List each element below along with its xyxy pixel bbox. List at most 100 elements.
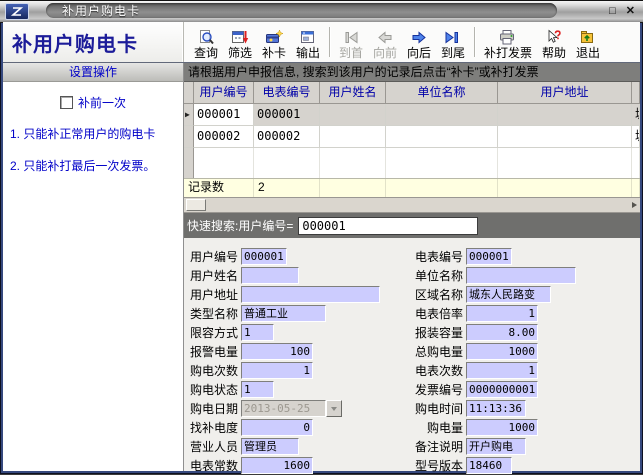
window-title: 补用户购电卡 xyxy=(46,2,140,19)
search-doc-icon xyxy=(196,28,216,46)
toolbar-button-label: 向后 xyxy=(407,46,431,60)
field-label-invoice-number: 发票编号 xyxy=(411,381,463,398)
nav-prev-icon xyxy=(375,28,395,46)
titlebar: 补用户购电卡 □ ✕ xyxy=(0,0,643,23)
app-logo-icon xyxy=(5,3,29,20)
field-purchase-energy[interactable]: 1000 xyxy=(466,419,538,436)
field-alarm-energy[interactable]: 100 xyxy=(241,343,313,360)
dropdown-button[interactable] xyxy=(326,400,342,417)
field-remark[interactable]: 开户购电 xyxy=(466,438,526,455)
toolbar-button-query[interactable]: 查询 xyxy=(189,24,223,60)
field-operator[interactable]: 管理员 xyxy=(241,438,299,455)
field-label-total-energy: 总购电量 xyxy=(411,343,463,360)
field-region-name[interactable]: 城东人民路变 xyxy=(466,286,551,303)
close-button[interactable]: ✕ xyxy=(626,0,635,22)
toolbar-button-first[interactable]: 到首 xyxy=(334,24,368,60)
page-title-panel: 补用户购电卡 xyxy=(3,22,184,62)
field-label-meter-constant: 电表常数 xyxy=(186,457,238,474)
card-star-icon xyxy=(264,28,284,46)
field-model-version[interactable]: 18460 xyxy=(466,457,512,474)
field-purchase-count[interactable]: 1 xyxy=(241,362,313,379)
quick-search-bar: 快速搜索:用户编号= xyxy=(184,213,640,238)
field-user-id[interactable]: 000001 xyxy=(241,248,287,265)
row-selected-marker: ▶ xyxy=(184,104,194,126)
toolbar-button-label: 到尾 xyxy=(441,46,465,60)
field-user-name[interactable] xyxy=(241,267,299,284)
toolbar-button-exit[interactable]: 退出 xyxy=(571,24,605,60)
cell-user-address xyxy=(498,104,632,126)
field-user-address[interactable] xyxy=(241,286,380,303)
scroll-right-arrow-icon[interactable] xyxy=(632,202,637,208)
field-capacity-mode[interactable]: 1 xyxy=(241,324,274,341)
grid-col-header-meter-id[interactable]: 电表编号 xyxy=(254,82,320,104)
cell-user-address xyxy=(498,126,632,148)
toolbar-button-reissue-card[interactable]: 补卡 xyxy=(257,24,291,60)
toolbar-button-last[interactable]: 到尾 xyxy=(436,24,470,60)
toolbar-button-reprint-invoice[interactable]: 补打发票 xyxy=(479,24,537,60)
table-row[interactable]: ▶ 000001 000001 城 xyxy=(184,104,640,126)
field-label-type-name: 类型名称 xyxy=(186,305,238,322)
toolbar-button-next[interactable]: 向后 xyxy=(402,24,436,60)
checkbox-row-reissue-previous[interactable]: 补前一次 xyxy=(3,94,183,111)
toolbar-button-prev[interactable]: 向前 xyxy=(368,24,402,60)
toolbar-button-help[interactable]: 帮助 xyxy=(537,24,571,60)
field-label-model-version: 型号版本 xyxy=(411,457,463,474)
horizontal-scrollbar[interactable] xyxy=(184,198,640,213)
field-unit-name[interactable] xyxy=(466,267,576,284)
field-purchase-status[interactable]: 1 xyxy=(241,381,274,398)
grid-summary-row: 记录数 2 xyxy=(184,178,640,198)
field-meter-ratio[interactable]: 1 xyxy=(466,305,538,322)
field-total-energy[interactable]: 1000 xyxy=(466,343,538,360)
scrollbar-thumb[interactable] xyxy=(186,199,206,211)
purchase-date-combo[interactable]: 2013-05-25 xyxy=(241,400,342,417)
toolbar-separator xyxy=(329,27,330,57)
toolbar-button-label: 输出 xyxy=(296,46,320,60)
filter-calendar-icon xyxy=(230,28,250,46)
grid-col-header-user-address[interactable]: 用户地址 xyxy=(498,82,632,104)
quick-search-input[interactable] xyxy=(298,217,478,235)
field-label-alarm-energy: 报警电量 xyxy=(186,343,238,360)
cell-clipped: 城 xyxy=(632,126,640,148)
grid-indicator-header xyxy=(184,82,194,104)
field-meter-id[interactable]: 000001 xyxy=(466,248,512,265)
field-label-purchase-energy: 购电量 xyxy=(411,419,463,436)
instruction-bar: 请根据用户申报信息, 搜索到该用户的记录后点击“补卡”或补打发票 xyxy=(184,63,640,82)
toolbar-button-export[interactable]: 输出 xyxy=(291,24,325,60)
titlebar-channel: 补用户购电卡 xyxy=(46,3,557,18)
grid-empty-area xyxy=(184,148,640,178)
field-type-name[interactable]: 普通工业 xyxy=(241,305,326,322)
sidebar-note-1: 1. 只能补正常用户的购电卡 xyxy=(10,127,179,143)
table-row[interactable]: 000002 000002 城 xyxy=(184,126,640,148)
field-meter-count[interactable]: 1 xyxy=(466,362,538,379)
field-invoice-number[interactable]: 0000000001 xyxy=(466,381,538,398)
field-installed-capacity[interactable]: 8.00 xyxy=(466,324,538,341)
toolbar-button-label: 向前 xyxy=(373,46,397,60)
field-label-purchase-count: 购电次数 xyxy=(186,362,238,379)
record-count-label: 记录数 xyxy=(184,179,254,197)
checkbox-reissue-previous[interactable] xyxy=(60,96,73,109)
toolbar-button-filter[interactable]: 筛选 xyxy=(223,24,257,60)
grid-col-header-user-name[interactable]: 用户姓名 xyxy=(320,82,386,104)
field-label-remark: 备注说明 xyxy=(411,438,463,455)
checkbox-label: 补前一次 xyxy=(78,94,126,111)
nav-first-icon xyxy=(341,28,361,46)
field-purchase-date[interactable]: 2013-05-25 xyxy=(241,400,326,417)
grid-col-header-user-id[interactable]: 用户编号 xyxy=(194,82,254,104)
field-label-operator: 营业人员 xyxy=(186,438,238,455)
grid-col-header-unit-name[interactable]: 单位名称 xyxy=(386,82,498,104)
field-label-user-id: 用户编号 xyxy=(186,248,238,265)
cell-clipped: 城 xyxy=(632,104,640,126)
field-adjust-energy[interactable]: 0 xyxy=(241,419,313,436)
sidebar-note-2: 2. 只能补打最后一次发票。 xyxy=(10,159,179,175)
field-meter-constant[interactable]: 1600 xyxy=(241,457,313,474)
maximize-button[interactable]: □ xyxy=(609,0,616,22)
toolbar-button-label: 查询 xyxy=(194,46,218,60)
sidebar: 设置操作 补前一次 1. 只能补正常用户的购电卡 2. 只能补打最后一次发票。 xyxy=(3,63,184,471)
cell-unit-name xyxy=(386,126,498,148)
chevron-down-icon xyxy=(331,407,337,411)
main-panel: 请根据用户申报信息, 搜索到该用户的记录后点击“补卡”或补打发票 用户编号 电表… xyxy=(184,63,640,471)
cell-user-id: 000001 xyxy=(194,104,254,126)
grid-header-row: 用户编号 电表编号 用户姓名 单位名称 用户地址 xyxy=(184,82,640,104)
field-label-region-name: 区域名称 xyxy=(411,286,463,303)
field-purchase-time[interactable]: 11:13:36 xyxy=(466,400,526,417)
